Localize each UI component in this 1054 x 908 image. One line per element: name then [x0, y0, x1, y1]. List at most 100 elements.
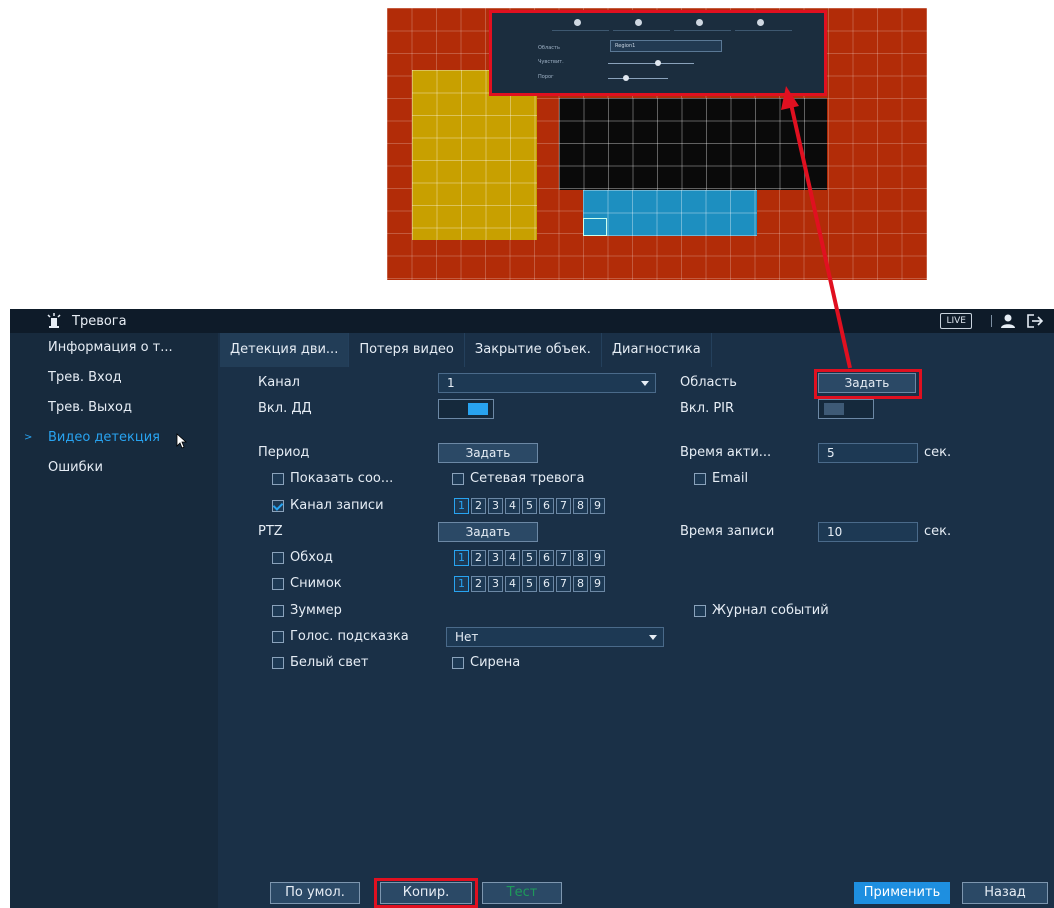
period-setup-button[interactable]: Задать — [438, 443, 538, 463]
snapshot-channel-3[interactable]: 3 — [488, 576, 503, 592]
snapshot-channel-6[interactable]: 6 — [539, 576, 554, 592]
mini-threshold-label: Порог — [538, 74, 554, 80]
region-blue — [583, 190, 757, 236]
region-tab-1[interactable] — [552, 15, 609, 31]
white-light-checkbox[interactable]: Белый свет — [272, 655, 368, 670]
tour-channel-4[interactable]: 4 — [505, 550, 520, 566]
sidebar-item-info[interactable]: Информация о т... — [10, 333, 218, 363]
tour-channel-numbers: 1 2 3 4 5 6 7 8 9 — [454, 550, 605, 566]
show-message-checkbox[interactable]: Показать соо... — [272, 471, 393, 486]
mini-threshold-slider[interactable] — [608, 78, 668, 79]
tour-channel-3[interactable]: 3 — [488, 550, 503, 566]
record-channel-3[interactable]: 3 — [488, 498, 503, 514]
voice-prompt-select[interactable]: Нет — [446, 627, 664, 647]
tab-diagnostics[interactable]: Диагностика — [602, 333, 712, 367]
post-record-label: Время записи — [680, 524, 775, 539]
sidebar-item-label: Видео детекция — [48, 430, 160, 445]
region-tab-4[interactable] — [735, 15, 792, 31]
tour-channel-1[interactable]: 1 — [454, 550, 469, 566]
anti-dither-input[interactable]: 5 — [818, 443, 918, 463]
record-channel-4[interactable]: 4 — [505, 498, 520, 514]
snapshot-channel-numbers: 1 2 3 4 5 6 7 8 9 — [454, 576, 605, 592]
snapshot-channel-2[interactable]: 2 — [471, 576, 486, 592]
tab-bar: Детекция дви... Потеря видео Закрытие об… — [220, 333, 712, 367]
region-tabs — [552, 15, 792, 31]
siren-checkbox[interactable]: Сирена — [452, 655, 520, 670]
snapshot-channel-5[interactable]: 5 — [522, 576, 537, 592]
tab-video-loss[interactable]: Потеря видео — [349, 333, 465, 367]
mini-sensitivity-knob[interactable] — [655, 60, 661, 66]
pir-enable-toggle[interactable] — [818, 399, 874, 419]
sidebar-item-label: Трев. Выход — [48, 400, 132, 415]
mouse-cursor-icon — [176, 431, 188, 449]
sidebar-item-video-detection[interactable]: > Видео детекция — [10, 423, 218, 453]
area-label: Область — [680, 375, 737, 390]
record-channel-5[interactable]: 5 — [522, 498, 537, 514]
mini-region-name-input[interactable]: Region1 — [610, 40, 722, 52]
title-bar: Тревога LIVE — [10, 309, 1054, 333]
record-channel-9[interactable]: 9 — [590, 498, 605, 514]
region-settings-panel: Область Region1 Чувствит. Порог — [489, 10, 827, 96]
event-log-checkbox[interactable]: Журнал событий — [694, 603, 829, 618]
snapshot-channel-8[interactable]: 8 — [573, 576, 588, 592]
tour-checkbox[interactable]: Обход — [272, 550, 333, 565]
test-button[interactable]: Тест — [482, 882, 562, 904]
record-channel-1[interactable]: 1 — [454, 498, 469, 514]
live-button[interactable]: LIVE — [940, 313, 972, 329]
post-record-unit: сек. — [924, 524, 952, 539]
snapshot-channel-7[interactable]: 7 — [556, 576, 571, 592]
motion-area-preview: Область Region1 Чувствит. Порог — [387, 8, 927, 280]
back-button[interactable]: Назад — [962, 882, 1048, 904]
post-record-input[interactable]: 10 — [818, 522, 918, 542]
tour-channel-9[interactable]: 9 — [590, 550, 605, 566]
channel-label: Канал — [258, 375, 300, 390]
titlebar-divider — [991, 315, 992, 327]
area-button-highlight — [814, 369, 922, 399]
record-channel-8[interactable]: 8 — [573, 498, 588, 514]
mini-sensitivity-slider[interactable] — [608, 63, 694, 64]
record-channel-6[interactable]: 6 — [539, 498, 554, 514]
snapshot-checkbox[interactable]: Снимок — [272, 576, 342, 591]
default-button[interactable]: По умол. — [270, 882, 360, 904]
sidebar-item-errors[interactable]: Ошибки — [10, 453, 218, 483]
network-alarm-checkbox[interactable]: Сетевая тревога — [452, 471, 584, 486]
region-black — [559, 98, 827, 190]
period-label: Период — [258, 445, 310, 460]
tab-motion-detection[interactable]: Детекция дви... — [220, 333, 350, 367]
record-channel-7[interactable]: 7 — [556, 498, 571, 514]
tab-tampering[interactable]: Закрытие объек. — [465, 333, 602, 367]
logout-icon[interactable] — [1026, 313, 1044, 329]
anti-dither-unit: сек. — [924, 445, 952, 460]
email-checkbox[interactable]: Email — [694, 471, 748, 486]
record-channel-2[interactable]: 2 — [471, 498, 486, 514]
snapshot-channel-1[interactable]: 1 — [454, 576, 469, 592]
pir-enable-label: Вкл. PIR — [680, 401, 735, 416]
sidebar-item-alarm-output[interactable]: Трев. Выход — [10, 393, 218, 423]
ptz-setup-button[interactable]: Задать — [438, 522, 538, 542]
region-tab-2[interactable] — [613, 15, 670, 31]
chevron-down-icon — [649, 635, 657, 640]
buzzer-checkbox[interactable]: Зуммер — [272, 603, 342, 618]
record-channel-numbers: 1 2 3 4 5 6 7 8 9 — [454, 498, 605, 514]
voice-prompt-checkbox[interactable]: Голос. подсказка — [272, 629, 409, 644]
tour-channel-2[interactable]: 2 — [471, 550, 486, 566]
apply-button[interactable]: Применить — [854, 882, 950, 904]
tour-channel-5[interactable]: 5 — [522, 550, 537, 566]
region-tab-3[interactable] — [674, 15, 731, 31]
tour-channel-6[interactable]: 6 — [539, 550, 554, 566]
record-channel-checkbox[interactable]: Канал записи — [272, 498, 384, 513]
sidebar-item-label: Трев. Вход — [48, 370, 122, 385]
mini-threshold-knob[interactable] — [623, 75, 629, 81]
mini-sensitivity-label: Чувствит. — [538, 59, 564, 65]
user-icon[interactable] — [1000, 313, 1016, 329]
tour-channel-8[interactable]: 8 — [573, 550, 588, 566]
snapshot-channel-4[interactable]: 4 — [505, 576, 520, 592]
tour-channel-7[interactable]: 7 — [556, 550, 571, 566]
md-enable-toggle[interactable] — [438, 399, 494, 419]
sidebar-item-alarm-input[interactable]: Трев. Вход — [10, 363, 218, 393]
settings-form: Канал 1 Область Задать Вкл. ДД Вкл. PIR … — [220, 367, 1054, 908]
sidebar-item-label: Ошибки — [48, 460, 103, 475]
snapshot-channel-9[interactable]: 9 — [590, 576, 605, 592]
channel-select[interactable]: 1 — [438, 373, 656, 393]
chevron-right-icon: > — [24, 432, 33, 443]
